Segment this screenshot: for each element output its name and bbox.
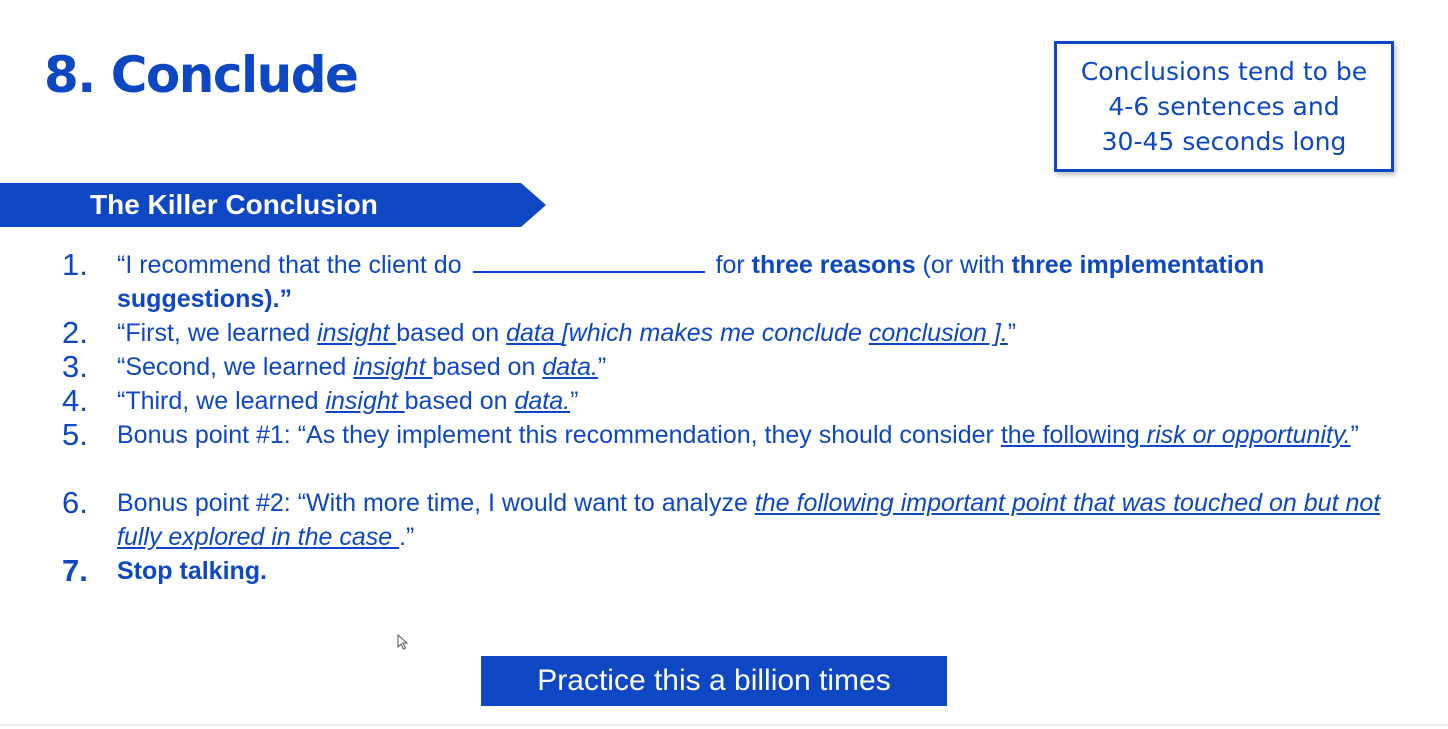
list-item: 1. “I recommend that the client do for t… <box>0 248 1448 316</box>
step-text: Bonus point #2: “With more time, I would… <box>117 489 1381 551</box>
note-line-1: Conclusions tend to be <box>1080 57 1368 86</box>
mouse-pointer-icon <box>397 634 409 650</box>
list-item: 7. Stop talking. <box>0 554 1448 588</box>
section-banner-label: The Killer Conclusion <box>90 189 378 220</box>
step-number: 1. <box>62 247 88 282</box>
step-text: “First, we learned insight based on data… <box>117 319 1017 347</box>
step-text: Bonus point #1: “As they implement this … <box>117 421 1359 449</box>
list-item: 2. “First, we learned insight based on d… <box>0 316 1448 350</box>
slide: 8. Conclude Conclusions tend to be 4-6 s… <box>0 0 1448 729</box>
list-item: 3. “Second, we learned insight based on … <box>0 350 1448 384</box>
note-line-3: 30-45 seconds long <box>1101 127 1347 156</box>
fill-in-blank <box>472 249 705 273</box>
step-text: “I recommend that the client do for thre… <box>117 249 1265 313</box>
step-number: 3. <box>62 349 88 384</box>
step-text: Stop talking. <box>117 557 267 585</box>
list-item: 4. “Third, we learned insight based on d… <box>0 384 1448 418</box>
step-number: 2. <box>62 315 88 350</box>
step-number: 5. <box>62 417 88 452</box>
step-number: 7. <box>62 553 88 588</box>
step-text: “Third, we learned insight based on data… <box>117 387 579 415</box>
practice-callout: Practice this a billion times <box>481 656 947 706</box>
note-box: Conclusions tend to be 4-6 sentences and… <box>1054 41 1394 172</box>
steps-list: 1. “I recommend that the client do for t… <box>0 248 1448 588</box>
list-item: 5. Bonus point #1: “As they implement th… <box>0 418 1448 486</box>
slide-title: 8. Conclude <box>44 46 359 104</box>
step-number: 6. <box>62 485 88 520</box>
section-banner: The Killer Conclusion <box>0 183 546 227</box>
step-text: “Second, we learned insight based on dat… <box>117 353 607 381</box>
step-number: 4. <box>62 383 88 418</box>
list-item: 6. Bonus point #2: “With more time, I wo… <box>0 486 1448 554</box>
divider <box>0 724 1448 726</box>
note-line-2: 4-6 sentences and <box>1108 92 1340 121</box>
